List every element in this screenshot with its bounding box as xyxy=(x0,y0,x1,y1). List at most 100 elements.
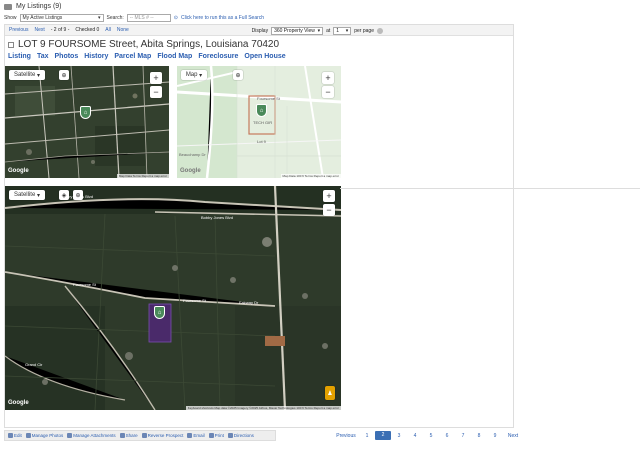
map-type-label: Satellite xyxy=(13,192,36,198)
check-all-link[interactable]: All xyxy=(105,27,111,33)
satellite-imagery xyxy=(5,186,341,410)
people-icon xyxy=(141,433,147,438)
satellite-map-small[interactable]: Satellite ▾ ⊕ + − ⌂ Google Map Data Term… xyxy=(5,66,169,178)
zoom-out-button[interactable]: − xyxy=(150,86,162,98)
google-logo: Google xyxy=(180,168,201,174)
zoom-out-button[interactable]: − xyxy=(322,86,334,98)
locate-icon[interactable]: ⊕ xyxy=(233,70,243,80)
display-select[interactable]: 360 Property View ▾ xyxy=(271,26,324,35)
search-input[interactable]: -- MLS # -- xyxy=(126,14,171,22)
show-select-value: My Active Listings xyxy=(22,15,63,21)
show-select[interactable]: My Active Listings ▾ xyxy=(19,14,104,22)
full-search-link[interactable]: Click here to run this as a Full Search xyxy=(181,15,264,21)
map-type-button[interactable]: Map ▾ xyxy=(181,70,207,80)
attachment-icon xyxy=(67,433,73,438)
page-link[interactable]: 6 xyxy=(439,433,455,439)
tab-listing[interactable]: Listing xyxy=(8,53,31,60)
manage-photos-label: Manage Photos xyxy=(31,433,64,438)
listing-marker-icon[interactable]: ⌂ xyxy=(256,104,267,117)
page-link[interactable]: 4 xyxy=(407,433,423,439)
photos-icon xyxy=(25,433,31,438)
listing-marker-icon[interactable]: ⌂ xyxy=(154,306,165,319)
next-link[interactable]: Next xyxy=(34,27,44,33)
street-label: Foursome St xyxy=(183,298,206,303)
pager-previous[interactable]: Previous xyxy=(333,433,359,439)
directions-icon xyxy=(227,433,233,438)
listing-marker-icon[interactable]: ⌂ xyxy=(80,106,91,119)
layers-icon[interactable]: ◈ xyxy=(59,190,69,200)
manage-attachments-label: Manage Attachments xyxy=(73,433,116,438)
lot-label: Lot 9 xyxy=(257,139,266,144)
tab-flood-map[interactable]: Flood Map xyxy=(157,53,192,60)
street-label: Grand Cir xyxy=(25,362,43,367)
page-link[interactable]: 3 xyxy=(391,433,407,439)
share-icon xyxy=(119,433,125,438)
zoom-in-button[interactable]: + xyxy=(322,72,334,84)
chevron-down-icon: ▾ xyxy=(345,27,349,34)
tab-tax[interactable]: Tax xyxy=(37,53,49,60)
zoom-in-button[interactable]: + xyxy=(150,72,162,84)
tab-foreclosure[interactable]: Foreclosure xyxy=(198,53,238,60)
at-label: at xyxy=(326,27,331,34)
manage-attachments-button[interactable]: Manage Attachments xyxy=(67,433,116,438)
edit-button[interactable]: Edit xyxy=(8,433,22,438)
page-link-active[interactable]: 2 xyxy=(375,431,391,440)
map-type-label: Map xyxy=(185,72,198,78)
tab-parcel-map[interactable]: Parcel Map xyxy=(114,53,151,60)
display-controls: Display 360 Property View ▾ at 1 ▾ per pag… xyxy=(252,25,383,36)
page-link[interactable]: 1 xyxy=(359,433,375,439)
show-row: Show My Active Listings ▾ Search: -- MLS … xyxy=(4,14,264,22)
email-button[interactable]: Email xyxy=(187,433,205,438)
checked-count: Checked 0 xyxy=(75,27,100,33)
top-bar: My Listings (9) Show My Active Listings ▾… xyxy=(0,0,640,26)
pager-next[interactable]: Next xyxy=(503,433,523,439)
zoom-out-button[interactable]: − xyxy=(323,204,335,216)
directions-label: Directions xyxy=(233,433,254,438)
reverse-prospect-button[interactable]: Reverse Prospect xyxy=(141,433,184,438)
email-icon xyxy=(187,433,193,438)
street-map-small[interactable]: Foursome St Beauchamp Dr TECH GIR Lot 9 … xyxy=(177,66,341,178)
listings-header: My Listings (9) xyxy=(4,3,62,10)
page-link[interactable]: 8 xyxy=(471,433,487,439)
page-link[interactable]: 7 xyxy=(455,433,471,439)
help-icon[interactable] xyxy=(377,27,383,34)
share-button[interactable]: Share xyxy=(119,433,138,438)
street-label: Foursome St xyxy=(73,282,96,287)
directions-button[interactable]: Directions xyxy=(227,433,254,438)
google-logo: Google xyxy=(8,400,29,406)
lot-label: TECH GIR xyxy=(253,120,273,125)
page-link[interactable]: 5 xyxy=(423,433,439,439)
map-type-button[interactable]: Satellite ▾ xyxy=(9,70,45,80)
listing-tabs: Listing Tax Photos History Parcel Map Fl… xyxy=(8,53,286,60)
page-link[interactable]: 9 xyxy=(487,433,503,439)
pagination: Previous 1 2 3 4 5 6 7 8 9 Next xyxy=(333,431,523,440)
edit-label: Edit xyxy=(14,433,22,438)
tab-history[interactable]: History xyxy=(84,53,108,60)
per-page-label: per page xyxy=(354,27,374,34)
locate-icon[interactable]: ⊕ xyxy=(73,190,83,200)
map-type-button[interactable]: Satellite ▾ xyxy=(9,190,45,200)
zoom-in-button[interactable]: + xyxy=(323,190,335,202)
tab-photos[interactable]: Photos xyxy=(55,53,79,60)
print-label: Print xyxy=(214,433,224,438)
listing-panel: Previous Next - 2 of 9 - Checked 0 All N… xyxy=(4,24,514,428)
check-none-link[interactable]: None xyxy=(117,27,129,33)
print-icon xyxy=(208,433,214,438)
street-view-pegman-icon[interactable]: ♟ xyxy=(325,386,335,400)
display-label: Display xyxy=(251,27,269,34)
manage-photos-button[interactable]: Manage Photos xyxy=(25,433,64,438)
share-label: Share xyxy=(125,433,138,438)
search-icon[interactable]: ⊙ xyxy=(174,15,178,21)
previous-link[interactable]: Previous xyxy=(9,27,28,33)
reverse-prospect-label: Reverse Prospect xyxy=(147,433,184,438)
map-type-label: Satellite xyxy=(13,72,36,78)
satellite-map-large[interactable]: Bobby Jones Blvd Bobby Jones Blvd Fourso… xyxy=(5,186,341,410)
locate-icon[interactable]: ⊕ xyxy=(59,70,69,80)
map-attribution: Keyboard shortcuts Map data ©2025 Imager… xyxy=(185,406,341,410)
print-button[interactable]: Print xyxy=(208,433,224,438)
display-select-value: 360 Property View xyxy=(274,27,315,34)
tab-open-house[interactable]: Open House xyxy=(244,53,285,60)
per-page-select[interactable]: 1 ▾ xyxy=(333,26,352,35)
chevron-down-icon: ▾ xyxy=(317,27,321,34)
listing-checkbox[interactable] xyxy=(8,41,14,48)
